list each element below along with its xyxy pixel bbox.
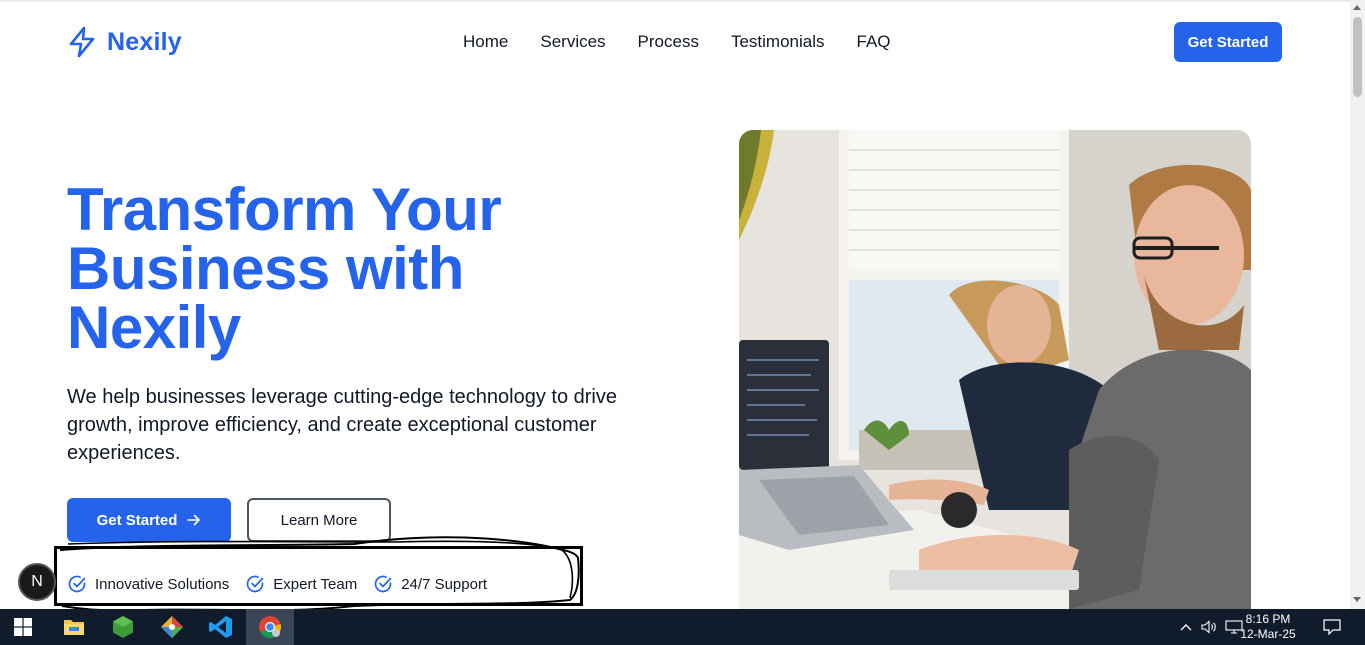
taskbar-nodejs[interactable] [99,609,147,645]
nodejs-icon [113,616,133,638]
top-border [0,0,1350,2]
hero-title: Transform Your Business with Nexily [67,180,667,358]
clock-time: 8:16 PM [1245,612,1291,626]
tray-volume[interactable] [1199,609,1219,645]
office-photo-illustration [739,130,1251,609]
taskbar-file-explorer[interactable] [50,609,98,645]
start-button[interactable] [0,609,46,645]
nav-link-process[interactable]: Process [638,32,699,52]
learn-more-button[interactable]: Learn More [247,498,391,542]
windows-taskbar: 8:16 PM 12-Mar-25 [0,609,1365,645]
feature-item-expert-team: Expert Team [245,574,357,594]
nav-link-services[interactable]: Services [540,32,605,52]
feature-item-support: 24/7 Support [373,574,487,594]
taskbar-vscode[interactable] [197,609,245,645]
lightning-bolt-icon [69,26,95,58]
hero-subtitle: We help businesses leverage cutting-edge… [67,386,617,464]
brand-logo-link[interactable]: Nexily [67,26,182,58]
check-circle-icon [68,575,86,593]
arrow-right-icon [187,514,201,526]
taskbar-git[interactable] [148,609,196,645]
feature-label: Innovative Solutions [95,575,230,593]
hero-title-line-1: Transform Your [67,176,502,243]
hero-get-started-button[interactable]: Get Started [67,498,231,542]
check-circle-icon [246,575,264,593]
file-explorer-icon [64,620,84,635]
taskbar-chrome[interactable] [246,609,294,645]
speaker-icon [1201,620,1216,634]
hero-office-photo [739,130,1251,609]
nav-link-testimonials[interactable]: Testimonials [731,32,825,52]
windows-start-icon [14,618,32,636]
nav-link-home[interactable]: Home [463,32,508,52]
hero-title-line-3: Nexily [67,294,241,361]
vscode-icon [209,616,232,638]
scrollbar-thumb[interactable] [1353,17,1362,97]
tray-notifications[interactable] [1318,609,1346,645]
scroll-down-arrow-icon[interactable] [1353,597,1361,602]
feature-list: Innovative Solutions Expert Team 24/7 Su… [67,574,487,594]
feature-label: 24/7 Support [401,575,488,593]
taskbar-clock[interactable]: 8:16 PM 12-Mar-25 [1240,612,1296,642]
tray-show-hidden[interactable] [1177,609,1195,645]
check-circle-icon [374,575,392,593]
hero-get-started-label: Get Started [96,511,178,529]
main-nav: Home Services Process Testimonials FAQ [463,32,891,52]
clock-date: 12-Mar-25 [1240,627,1296,641]
feature-item-innovative: Innovative Solutions [67,574,229,594]
chrome-icon [259,616,282,638]
hero-title-line-2: Business with [67,235,464,302]
nav-link-faq[interactable]: FAQ [857,32,891,52]
landing-page: Nexily Home Services Process Testimonial… [0,0,1365,645]
brand-name: Nexily [107,27,182,56]
page-scrollbar[interactable] [1350,0,1365,609]
header-get-started-button[interactable]: Get Started [1174,22,1282,62]
notification-icon [1323,619,1341,635]
feature-label: Expert Team [273,575,358,593]
scroll-up-arrow-icon[interactable] [1353,5,1361,10]
git-icon [161,616,183,638]
nextjs-dev-badge[interactable]: N [18,563,56,601]
chevron-up-icon [1180,624,1192,631]
